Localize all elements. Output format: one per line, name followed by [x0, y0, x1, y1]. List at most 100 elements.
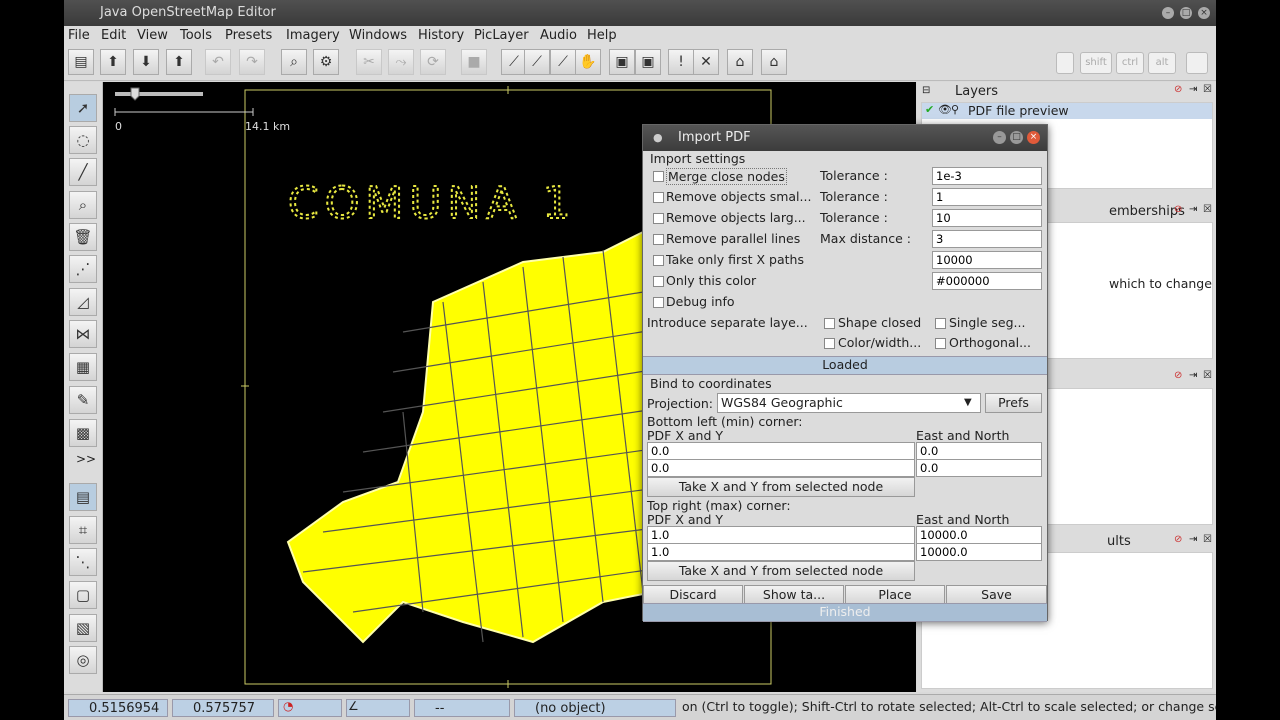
combine-way-icon[interactable]: ⤳ — [388, 49, 414, 75]
pencil-icon[interactable]: ✎ — [69, 386, 97, 414]
lasso-icon[interactable]: ◌ — [69, 126, 97, 154]
refresh-icon[interactable]: ⟳ — [420, 49, 446, 75]
more-tools[interactable]: >> — [76, 452, 96, 466]
debug-info-checkbox[interactable] — [653, 297, 664, 308]
remove-small-label[interactable]: Remove objects smal... — [666, 189, 811, 204]
car-icon[interactable]: ▣ — [609, 49, 635, 75]
color-width-label[interactable]: Color/width... — [838, 335, 921, 350]
tool-c-icon[interactable]: ⟋ — [550, 49, 576, 75]
remove-parallel-checkbox[interactable] — [653, 234, 664, 245]
conflict-icon[interactable]: ▧ — [69, 614, 97, 642]
place-button[interactable]: Place — [845, 585, 945, 605]
upload-icon[interactable]: ⬆ — [166, 49, 192, 75]
prefs-button[interactable]: Prefs — [985, 393, 1042, 413]
tr-pdf-y-input[interactable] — [647, 543, 915, 561]
menu-windows[interactable]: Windows — [349, 28, 407, 43]
bl-take-xy-button[interactable]: Take X and Y from selected node — [647, 477, 915, 497]
eye-icon[interactable]: 👁 — [938, 103, 952, 116]
dialog-close-icon[interactable]: × — [1027, 131, 1040, 144]
debug-info-label[interactable]: Debug info — [666, 294, 735, 309]
menu-imagery[interactable]: Imagery — [286, 28, 340, 43]
discard-button[interactable]: Discard — [643, 585, 743, 605]
box-icon[interactable] — [1056, 52, 1074, 74]
orthogonal-checkbox[interactable] — [935, 338, 946, 349]
panel-x-icon[interactable]: ☒ — [1203, 84, 1212, 95]
dialog-minimize-icon[interactable]: – — [993, 131, 1006, 144]
panel-close-icon[interactable]: ⊘ — [1174, 534, 1182, 545]
delete-icon[interactable]: 🗑 — [69, 223, 97, 251]
panel-x-icon[interactable]: ☒ — [1203, 370, 1212, 381]
layers-toggle-icon[interactable]: ▤ — [69, 483, 97, 511]
single-seg-checkbox[interactable] — [935, 318, 946, 329]
settings-icon[interactable]: ⚙ — [313, 49, 339, 75]
merge-close-nodes-checkbox[interactable] — [653, 171, 664, 182]
remove-large-tolerance-input[interactable] — [932, 209, 1042, 227]
minimize-icon[interactable]: – — [1162, 7, 1174, 19]
panel-dock-icon[interactable]: ⇥ — [1189, 84, 1197, 95]
menu-piclayer[interactable]: PicLayer — [474, 28, 529, 43]
parallel-icon[interactable]: ◿ — [69, 288, 97, 316]
split-way-icon[interactable]: ✂ — [356, 49, 382, 75]
preferences-icon[interactable]: ⌕ — [281, 49, 307, 75]
x-icon[interactable]: ✕ — [693, 49, 719, 75]
box2-icon[interactable] — [1186, 52, 1208, 74]
bl-pdf-x-input[interactable] — [647, 442, 915, 460]
menu-edit[interactable]: Edit — [101, 28, 126, 43]
download-icon[interactable]: ⬇ — [133, 49, 159, 75]
disabled-square-icon[interactable]: ■ — [461, 49, 487, 75]
hand-icon[interactable]: ✋ — [575, 49, 601, 75]
remove-large-label[interactable]: Remove objects larg... — [666, 210, 806, 225]
menu-help[interactable]: Help — [587, 28, 617, 43]
menu-history[interactable]: History — [418, 28, 464, 43]
select-tool-icon[interactable]: ➚ — [69, 94, 97, 122]
draw-icon[interactable]: ╱ — [69, 158, 97, 186]
max-distance-input[interactable] — [932, 230, 1042, 248]
show-target-button[interactable]: Show ta... — [744, 585, 844, 605]
layer-visible-icon[interactable]: ✔ — [925, 103, 934, 116]
undo-icon[interactable]: ↶ — [205, 49, 231, 75]
tr-pdf-x-input[interactable] — [647, 526, 915, 544]
panel-close-icon[interactable]: ⊘ — [1174, 204, 1182, 215]
menu-presets[interactable]: Presets — [225, 28, 272, 43]
tr-north-input[interactable] — [916, 543, 1042, 561]
warning-icon[interactable]: ! — [668, 49, 694, 75]
bus-icon[interactable]: ▣ — [635, 49, 661, 75]
merge-tolerance-input[interactable] — [932, 167, 1042, 185]
menu-tools[interactable]: Tools — [180, 28, 212, 43]
map-icon[interactable]: ▦ — [69, 353, 97, 381]
save-icon[interactable]: ⬆ — [100, 49, 126, 75]
only-color-label[interactable]: Only this color — [666, 273, 756, 288]
menu-file[interactable]: File — [68, 28, 90, 43]
factory-icon[interactable]: ⌂ — [761, 49, 787, 75]
first-x-paths-checkbox[interactable] — [653, 255, 664, 266]
panel-close-icon[interactable]: ⊘ — [1174, 84, 1182, 95]
shape-closed-checkbox[interactable] — [824, 318, 835, 329]
merge-close-nodes-label[interactable]: Merge close nodes — [666, 168, 787, 185]
menu-audio[interactable]: Audio — [540, 28, 577, 43]
redo-icon[interactable]: ↷ — [239, 49, 265, 75]
building-tool-icon[interactable]: ▩ — [69, 419, 97, 447]
zoom-icon[interactable]: ⌕ — [69, 191, 97, 219]
orthogonal-label[interactable]: Orthogonal... — [949, 335, 1031, 350]
first-x-paths-label[interactable]: Take only first X paths — [666, 252, 804, 267]
improve-way-icon[interactable]: ⋰ — [69, 255, 97, 283]
menu-view[interactable]: View — [137, 28, 168, 43]
panel-x-icon[interactable]: ☒ — [1203, 204, 1212, 215]
collapse-icon[interactable]: ⊟ — [922, 85, 930, 96]
bl-pdf-y-input[interactable] — [647, 459, 915, 477]
remove-small-tolerance-input[interactable] — [932, 188, 1042, 206]
bl-east-input[interactable] — [916, 442, 1042, 460]
only-color-input[interactable] — [932, 272, 1042, 290]
panel-dock-icon[interactable]: ⇥ — [1189, 534, 1197, 545]
dropdown-arrow-icon[interactable]: ▼ — [964, 394, 972, 412]
shape-closed-label[interactable]: Shape closed — [838, 315, 921, 330]
maximize-icon[interactable]: □ — [1180, 7, 1192, 19]
close-icon[interactable]: × — [1198, 7, 1210, 19]
first-x-paths-input[interactable] — [932, 251, 1042, 269]
remove-large-checkbox[interactable] — [653, 213, 664, 224]
remove-parallel-label[interactable]: Remove parallel lines — [666, 231, 800, 246]
projection-select[interactable]: WGS84 Geographic ▼ — [717, 393, 981, 413]
panel-close-icon[interactable]: ⊘ — [1174, 370, 1182, 381]
history-icon[interactable]: ▢ — [69, 581, 97, 609]
panel-dock-icon[interactable]: ⇥ — [1189, 370, 1197, 381]
